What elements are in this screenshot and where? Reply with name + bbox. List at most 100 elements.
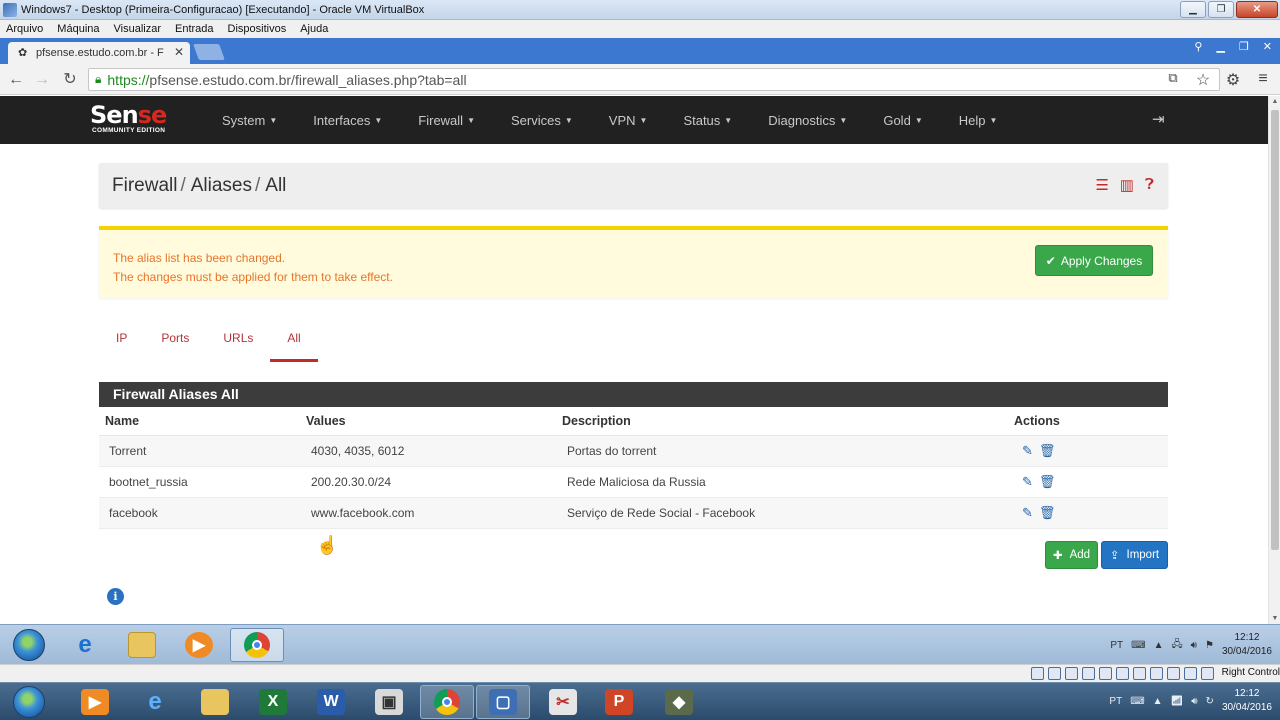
nav-system[interactable]: System ▼: [222, 113, 277, 128]
tray-arrow-icon[interactable]: ▲: [1153, 696, 1163, 707]
page-scrollbar[interactable]: ▲ ▼: [1268, 96, 1280, 624]
network-icon[interactable]: 📶︎: [1171, 696, 1184, 707]
keyboard-icon[interactable]: ⌨: [1130, 696, 1144, 707]
menu-visualizar[interactable]: Visualizar: [114, 23, 162, 35]
browser-tab[interactable]: ✿ pfsense.estudo.com.br - F ✕: [8, 42, 190, 64]
profile-icon[interactable]: ⚲: [1194, 40, 1202, 53]
cpu-status-icon[interactable]: [1167, 667, 1180, 680]
reload-icon[interactable]: ↻: [60, 70, 80, 90]
column-values[interactable]: Values: [300, 407, 556, 436]
taskbar-media-player[interactable]: ▶: [172, 628, 226, 662]
taskbar-explorer[interactable]: [115, 628, 169, 662]
chrome-menu-icon[interactable]: ≡: [1254, 70, 1272, 90]
host-taskbar-chrome[interactable]: [420, 685, 474, 719]
delete-trash-icon[interactable]: 🗑︎: [1039, 474, 1056, 490]
keyboard-status-icon[interactable]: [1201, 667, 1214, 680]
table-row[interactable]: Torrent 4030, 4035, 6012 Portas do torre…: [99, 435, 1168, 467]
taskbar-ie[interactable]: e: [58, 628, 112, 662]
scroll-thumb[interactable]: [1271, 110, 1279, 550]
usb-status-icon[interactable]: [1099, 667, 1112, 680]
update-icon[interactable]: ↻: [1206, 696, 1214, 707]
nav-help[interactable]: Help ▼: [959, 113, 998, 128]
address-bar[interactable]: 🔒︎ https:// pfsense.estudo.com.br/firewa…: [88, 68, 1220, 91]
host-taskbar-misc[interactable]: ◆: [652, 685, 706, 719]
breadcrumb-firewall[interactable]: Firewall: [112, 175, 177, 197]
host-taskbar-explorer[interactable]: [188, 685, 242, 719]
guest-clock[interactable]: 12:12 30/04/2016: [1222, 631, 1272, 659]
display-status-icon[interactable]: [1133, 667, 1146, 680]
shared-folders-icon[interactable]: [1116, 667, 1129, 680]
tab-ports[interactable]: Ports: [144, 324, 206, 362]
taskbar-chrome[interactable]: [230, 628, 284, 662]
minimize-button[interactable]: ▁: [1180, 1, 1206, 18]
breadcrumb-aliases[interactable]: Aliases: [191, 175, 252, 197]
chrome-minimize-icon[interactable]: ▁: [1216, 40, 1224, 53]
host-lang[interactable]: PT: [1109, 696, 1122, 707]
nav-gold[interactable]: Gold ▼: [883, 113, 922, 128]
new-tab-button[interactable]: [193, 44, 225, 60]
info-icon[interactable]: i: [107, 588, 124, 605]
menu-maquina[interactable]: Máquina: [57, 23, 99, 35]
mouse-status-icon[interactable]: [1184, 667, 1197, 680]
bookmark-star-icon[interactable]: ☆: [1194, 70, 1212, 90]
edit-pencil-icon[interactable]: ✎: [1022, 443, 1033, 459]
action-center-icon[interactable]: ⚑: [1205, 640, 1214, 651]
chrome-restore-icon[interactable]: ❐: [1239, 40, 1249, 53]
host-taskbar-tool[interactable]: ✂: [536, 685, 590, 719]
nav-firewall[interactable]: Firewall ▼: [418, 113, 475, 128]
tab-urls[interactable]: URLs: [206, 324, 270, 362]
scroll-up-icon[interactable]: ▲: [1271, 98, 1279, 105]
delete-trash-icon[interactable]: 🗑︎: [1039, 505, 1056, 521]
back-arrow-icon[interactable]: ←: [6, 70, 26, 90]
volume-icon[interactable]: 🔊︎: [1191, 640, 1197, 651]
nav-status[interactable]: Status ▼: [683, 113, 732, 128]
forward-arrow-icon[interactable]: →: [32, 70, 52, 90]
tray-arrow-icon[interactable]: ▲: [1154, 640, 1164, 651]
edit-pencil-icon[interactable]: ✎: [1022, 505, 1033, 521]
tab-close-icon[interactable]: ✕: [174, 45, 184, 59]
host-taskbar-virtualbox[interactable]: ▢: [476, 685, 530, 719]
audio-status-icon[interactable]: [1065, 667, 1078, 680]
host-clock[interactable]: 12:12 30/04/2016: [1222, 687, 1272, 715]
nav-interfaces[interactable]: Interfaces ▼: [313, 113, 382, 128]
optical-status-icon[interactable]: [1048, 667, 1061, 680]
host-taskbar-excel[interactable]: X: [246, 685, 300, 719]
logout-icon[interactable]: ⇥: [1152, 110, 1165, 128]
pfsense-logo[interactable]: Sense COMMUNITY EDITION: [90, 103, 194, 137]
network-status-icon[interactable]: [1082, 667, 1095, 680]
settings-gear-icon[interactable]: ⚙: [1224, 70, 1242, 90]
chrome-close-icon[interactable]: ✕: [1263, 40, 1272, 53]
edit-pencil-icon[interactable]: ✎: [1022, 474, 1033, 490]
column-description[interactable]: Description: [556, 407, 1008, 436]
network-icon[interactable]: 🖧︎: [1172, 637, 1183, 654]
menu-ajuda[interactable]: Ajuda: [300, 23, 328, 35]
add-alias-button[interactable]: ✚ Add: [1045, 541, 1098, 569]
translate-icon[interactable]: ⧉: [1164, 70, 1182, 90]
table-row[interactable]: bootnet_russia 200.20.30.0/24 Rede Malic…: [99, 466, 1168, 498]
menu-dispositivos[interactable]: Dispositivos: [228, 23, 287, 35]
tab-ip[interactable]: IP: [99, 324, 144, 362]
volume-icon[interactable]: 🔊︎: [1191, 696, 1197, 707]
host-taskbar-word[interactable]: W: [304, 685, 358, 719]
delete-trash-icon[interactable]: 🗑︎: [1039, 443, 1056, 459]
nav-vpn[interactable]: VPN ▼: [609, 113, 648, 128]
help-circle-icon[interactable]: ❓︎: [1145, 176, 1154, 194]
sliders-icon[interactable]: ☰: [1095, 176, 1108, 194]
capture-status-icon[interactable]: [1150, 667, 1163, 680]
host-taskbar-media[interactable]: ▶: [68, 685, 122, 719]
apply-changes-button[interactable]: ✔ Apply Changes: [1035, 245, 1153, 276]
scroll-down-icon[interactable]: ▼: [1271, 615, 1279, 622]
column-name[interactable]: Name: [99, 407, 300, 436]
bar-chart-icon[interactable]: ▥: [1120, 176, 1134, 194]
menu-entrada[interactable]: Entrada: [175, 23, 214, 35]
nav-diagnostics[interactable]: Diagnostics ▼: [768, 113, 847, 128]
keyboard-icon[interactable]: ⌨: [1131, 640, 1145, 651]
host-taskbar-powerpoint[interactable]: P: [592, 685, 646, 719]
import-alias-button[interactable]: ⇪ Import: [1101, 541, 1168, 569]
start-button[interactable]: [2, 628, 56, 662]
host-taskbar-ie[interactable]: e: [128, 685, 182, 719]
close-button[interactable]: ✕: [1236, 1, 1278, 18]
hdd-status-icon[interactable]: [1031, 667, 1044, 680]
maximize-button[interactable]: ❐: [1208, 1, 1234, 18]
host-taskbar-app[interactable]: ▣: [362, 685, 416, 719]
